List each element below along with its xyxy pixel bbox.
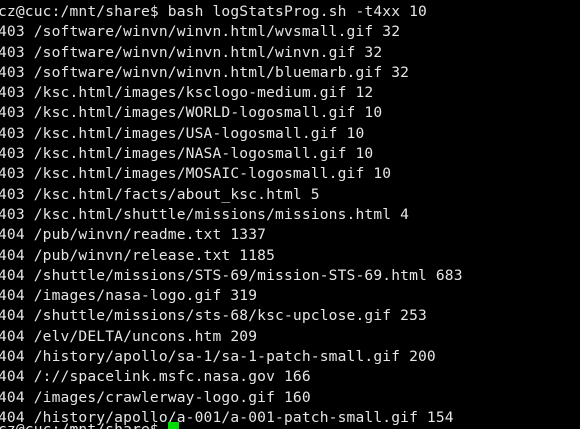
active-prompt-line[interactable]: cz@cuc:/mnt/share$ xyxy=(0,420,179,429)
output-line: 403 /software/winvn/winvn.html/wvsmall.g… xyxy=(0,23,401,41)
output-line: 403 /software/winvn/winvn.html/winvn.gif… xyxy=(0,43,383,61)
output-line: 403 /ksc.html/facts/about_ksc.html 5 xyxy=(0,185,320,203)
output-line: 404 /pub/winvn/release.txt 1185 xyxy=(0,246,276,264)
output-line: 403 /software/winvn/winvn.html/bluemarb.… xyxy=(0,63,410,81)
output-line: 404 /://spacelink.msfc.nasa.gov 166 xyxy=(0,368,311,386)
output-line: 403 /ksc.html/images/WORLD-logosmall.gif… xyxy=(0,104,383,122)
text-cursor xyxy=(167,422,179,429)
shell-prompt: cz@cuc:/mnt/share$ xyxy=(0,421,168,429)
output-line: 404 /images/crawlerway-logo.gif 160 xyxy=(0,388,311,406)
output-line: 403 /ksc.html/images/MOSAIC-logosmall.gi… xyxy=(0,165,392,183)
output-line: 404 /pub/winvn/readme.txt 1337 xyxy=(0,226,267,244)
output-line: 403 /ksc.html/images/NASA-logosmall.gif … xyxy=(0,145,374,163)
command-line: cz@cuc:/mnt/share$ bash logStatsProg.sh … xyxy=(0,3,427,20)
output-line: 404 /history/apollo/sa-1/sa-1-patch-smal… xyxy=(0,348,436,366)
terminal-window[interactable]: cz@cuc:/mnt/share$ bash logStatsProg.sh … xyxy=(0,0,580,429)
output-line: 403 /ksc.html/images/ksclogo-medium.gif … xyxy=(0,84,374,102)
output-line: 404 /elv/DELTA/uncons.htm 209 xyxy=(0,327,258,345)
terminal-output: cz@cuc:/mnt/share$ bash logStatsProg.sh … xyxy=(0,2,580,428)
output-line: 404 /images/nasa-logo.gif 319 xyxy=(0,287,258,305)
output-line: 404 /shuttle/missions/sts-68/ksc-upclose… xyxy=(0,307,427,325)
output-line: 403 /ksc.html/images/USA-logosmall.gif 1… xyxy=(0,124,365,142)
output-line: 404 /shuttle/missions/STS-69/mission-STS… xyxy=(0,266,463,284)
output-line: 403 /ksc.html/shuttle/missions/missions.… xyxy=(0,205,410,223)
